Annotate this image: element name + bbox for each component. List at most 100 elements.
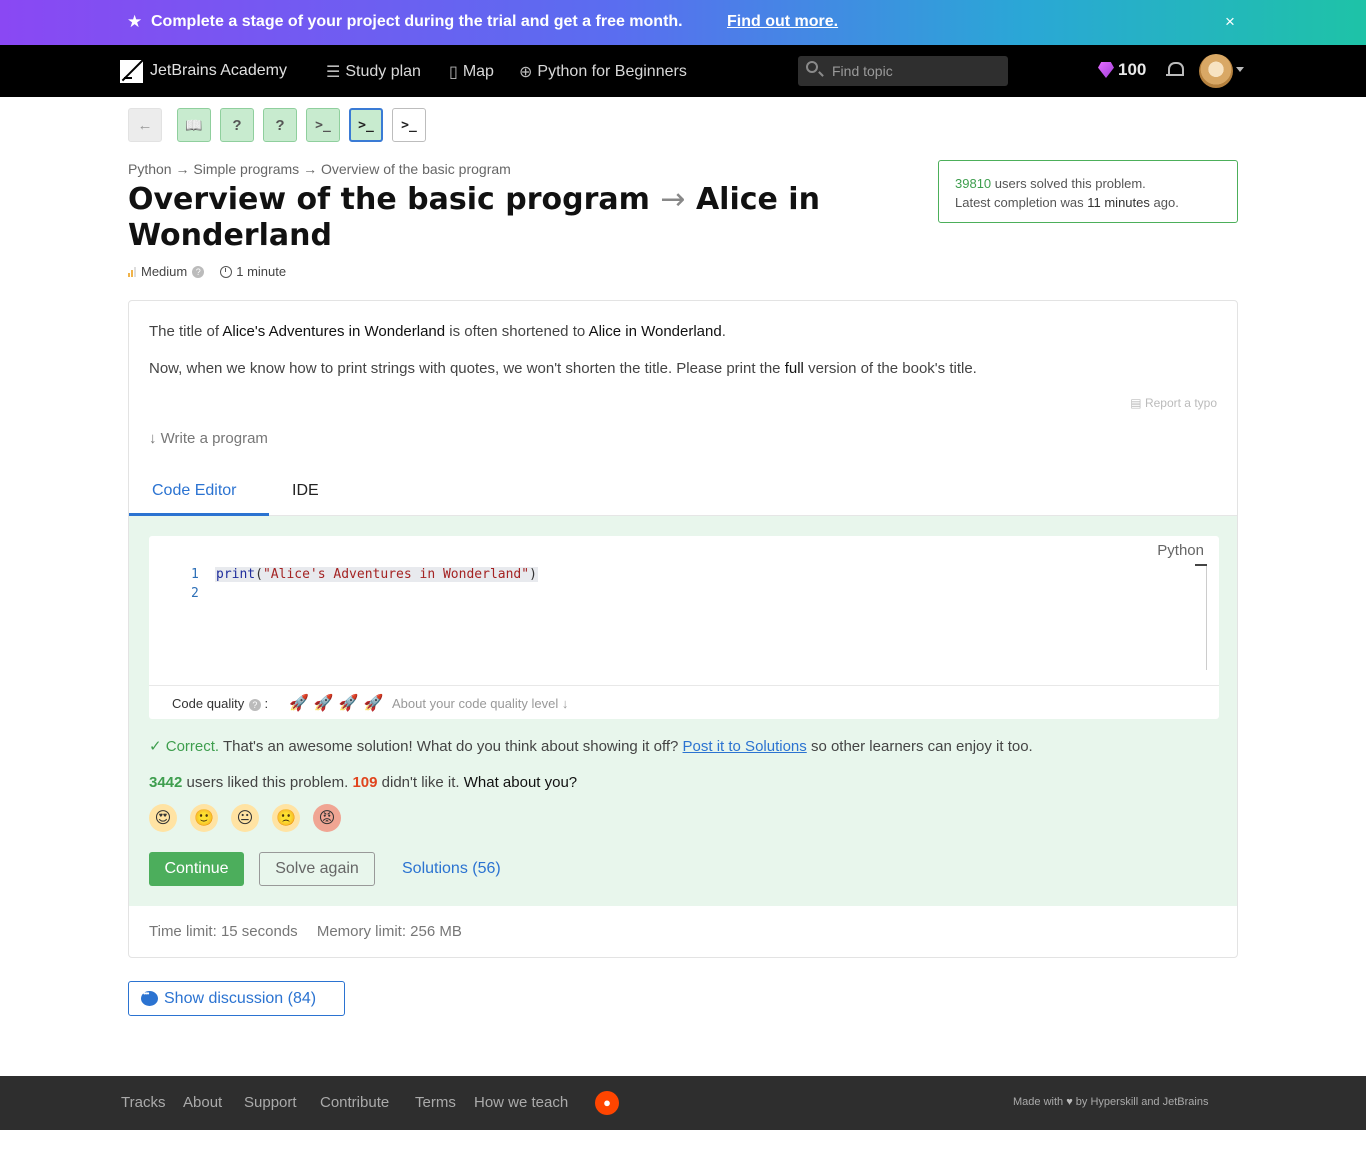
code-quality-about-link[interactable]: About your code quality level ↓ (392, 696, 568, 711)
solved-count: 39810 (955, 176, 992, 191)
p1-book-title: Alice's Adventures in Wonderland (222, 323, 446, 340)
help-icon[interactable]: ? (248, 699, 261, 711)
liked-count: 3442 (149, 774, 183, 791)
star-icon: ★ (127, 12, 143, 31)
footer-link-support[interactable]: Support (244, 1094, 297, 1111)
time-limit: Time limit: 15 seconds (149, 923, 298, 940)
footer-link-tracks[interactable]: Tracks (121, 1094, 165, 1111)
page-title: Overview of the basic program → Alice in… (128, 182, 848, 254)
solve-again-button[interactable]: Solve again (259, 852, 375, 886)
smile-emoji-icon[interactable]: 🙂 (190, 804, 218, 832)
footer-link-contribute[interactable]: Contribute (320, 1094, 389, 1111)
p2-text-a: Now, when we know how to print strings w… (149, 360, 781, 377)
made-with-b: by Hyperskill and JetBrains (1075, 1096, 1209, 1108)
p1-short-title: Alice in Wonderland (588, 323, 722, 340)
report-typo-label: Report a typo (1144, 396, 1217, 410)
gems-counter[interactable]: 100 (1098, 60, 1146, 80)
tab-ide[interactable]: IDE (292, 482, 319, 500)
nav-map[interactable]: ▯ Map (449, 62, 494, 82)
liked-text: users liked this problem. (186, 774, 349, 791)
heart-icon: ♥ (1066, 1096, 1073, 1108)
banner-find-out-more-link[interactable]: Find out more. (727, 13, 838, 31)
show-discussion-button[interactable]: Show discussion (84) (128, 981, 345, 1016)
title-topic: Overview of the basic program (128, 182, 650, 217)
tab-code-editor[interactable]: Code Editor (152, 482, 237, 500)
step-quiz-1[interactable]: ? (220, 108, 254, 142)
rocket-icon: 🚀 (289, 695, 309, 712)
solutions-link[interactable]: Solutions (56) (402, 860, 501, 878)
search-icon (806, 61, 818, 73)
show-discussion-label: Show discussion (84) (164, 989, 317, 1007)
step-code-3[interactable]: >_ (392, 108, 426, 142)
nav-track[interactable]: ⊕ Python for Beginners (519, 62, 687, 82)
write-program-label: Write a program (160, 430, 268, 447)
problem-meta: Medium ? 1 minute (128, 264, 286, 279)
made-with-text: Made with ♥ by Hyperskill and JetBrains (1013, 1096, 1208, 1108)
post-to-solutions-link[interactable]: Post it to Solutions (683, 738, 807, 755)
p1-text-a: The title of (149, 323, 220, 340)
line-number: 1 (191, 567, 199, 582)
code-editor[interactable]: Python 1 2 print("Alice's Adventures in … (149, 536, 1219, 719)
nav-study-plan[interactable]: ☰ Study plan (326, 62, 421, 82)
latest-ago: ago. (1153, 195, 1179, 210)
difficulty-icon (128, 266, 136, 277)
sad-emoji-icon[interactable]: 🙁 (272, 804, 300, 832)
search-input[interactable] (832, 60, 1002, 82)
correct-label: Correct. (165, 738, 220, 755)
avatar[interactable] (1199, 54, 1233, 88)
footer: Tracks About Support Contribute Terms Ho… (0, 1076, 1366, 1130)
solved-text: users solved this problem. (994, 176, 1146, 191)
code-line-1[interactable]: print("Alice's Adventures in Wonderland"… (215, 567, 538, 582)
correct-feedback: ✓ Correct. That's an awesome solution! W… (149, 737, 1033, 755)
p2-text-c: version of the book's title. (808, 360, 977, 377)
top-navbar: JetBrains Academy ☰ Study plan ▯ Map ⊕ P… (0, 45, 1366, 97)
feedback-message: That's an awesome solution! What do you … (223, 738, 679, 755)
footer-link-about[interactable]: About (183, 1094, 222, 1111)
difficulty-label: Medium (141, 264, 188, 279)
step-code-1[interactable]: >_ (306, 108, 340, 142)
step-code-2-current[interactable]: >_ (349, 108, 383, 142)
jetbrains-logo-icon[interactable] (120, 60, 143, 83)
search-box (798, 56, 1008, 86)
chevron-down-icon[interactable] (1236, 67, 1244, 72)
step-quiz-2[interactable]: ? (263, 108, 297, 142)
step-theory[interactable]: 📖 (177, 108, 211, 142)
breadcrumb[interactable]: Python → Simple programs → Overview of t… (128, 161, 511, 177)
likes-summary: 3442 users liked this problem. 109 didn'… (149, 774, 577, 791)
book-icon: 📖 (185, 116, 203, 133)
target-icon: ⊕ (519, 64, 533, 81)
brand-name[interactable]: JetBrains Academy (150, 62, 287, 80)
editor-tabs: Code Editor IDE (129, 466, 1237, 516)
bell-icon[interactable] (1166, 61, 1184, 79)
nav-track-label: Python for Beginners (537, 63, 687, 80)
angry-emoji-icon[interactable]: 😡 (313, 804, 341, 832)
problem-paragraph-2: Now, when we know how to print strings w… (149, 360, 977, 377)
back-button[interactable]: ← (128, 108, 162, 142)
code-keyword: print (216, 567, 256, 582)
feedback-message-end: so other learners can enjoy it too. (810, 738, 1033, 755)
problem-paragraph-1: The title of Alice's Adventures in Wonde… (149, 323, 726, 340)
solved-stats-box: 39810 users solved this problem. Latest … (938, 160, 1238, 223)
footer-link-how-we-teach[interactable]: How we teach (474, 1094, 568, 1111)
map-icon: ▯ (449, 64, 458, 81)
rating-question: What about you? (463, 774, 578, 791)
footer-link-terms[interactable]: Terms (415, 1094, 456, 1111)
report-typo-link[interactable]: ▤ Report a typo (1130, 396, 1217, 410)
disliked-text: didn't like it. (381, 774, 460, 791)
rocket-icon: 🚀 (313, 695, 334, 712)
nav-study-plan-label: Study plan (345, 63, 421, 80)
check-icon: ✓ (149, 738, 162, 755)
reddit-icon[interactable]: ● (595, 1091, 619, 1115)
document-icon: ▤ (1130, 396, 1142, 410)
banner-text: Complete a stage of your project during … (151, 13, 683, 30)
help-icon[interactable]: ? (192, 265, 205, 278)
rocket-icon: 🚀 (363, 695, 384, 712)
continue-button[interactable]: Continue (149, 852, 244, 886)
neutral-emoji-icon[interactable]: 😐 (231, 804, 259, 832)
nav-map-label: Map (462, 63, 494, 80)
code-paren-close: ) (529, 567, 537, 582)
write-program-heading: ↓ Write a program (149, 430, 268, 447)
close-icon[interactable]: × (1225, 12, 1235, 32)
editor-scrollbar[interactable] (1195, 564, 1207, 670)
love-emoji-icon[interactable]: 😍 (149, 804, 177, 832)
